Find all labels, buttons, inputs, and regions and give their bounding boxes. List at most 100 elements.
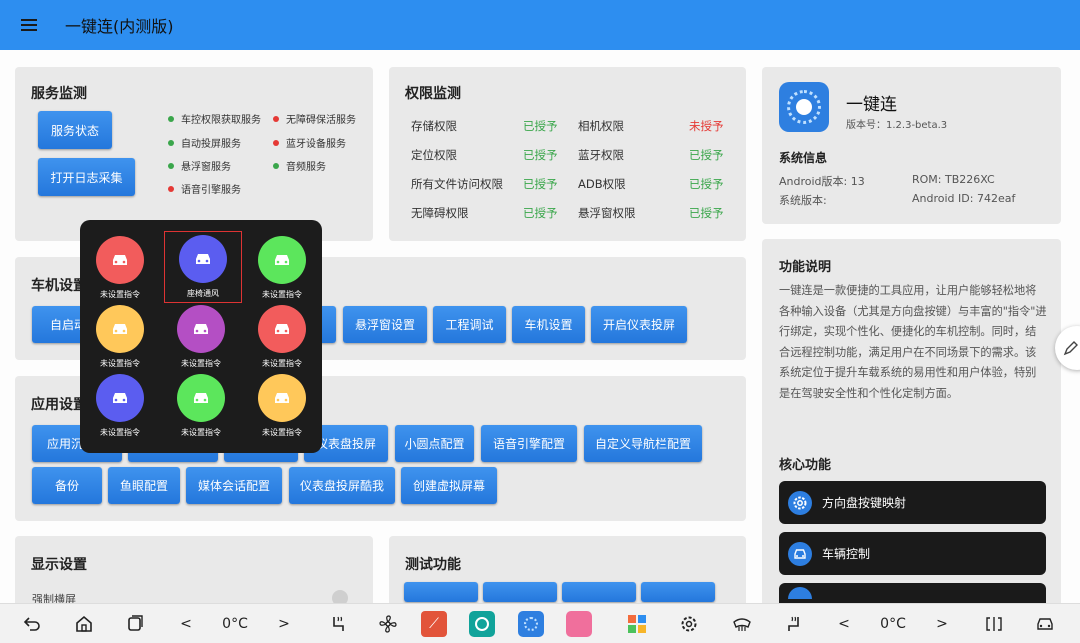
- app-name: 一键连: [846, 95, 897, 115]
- command-cell[interactable]: 未设置指令: [246, 371, 318, 441]
- command-label: 未设置指令: [262, 290, 302, 299]
- status-dot: [168, 115, 174, 122]
- service-label: 蓝牙设备服务: [286, 139, 346, 150]
- temp-left-down-button[interactable]: <: [176, 604, 196, 643]
- back-icon[interactable]: [18, 604, 46, 643]
- car-icon: [258, 374, 306, 422]
- car-icon: [788, 541, 812, 566]
- core-item-label: 方向盘按键映射: [822, 496, 907, 510]
- status-dot: [273, 139, 279, 146]
- app-shortcut-icon[interactable]: [517, 604, 545, 643]
- voice-engine-config-button[interactable]: 语音引擎配置: [481, 425, 577, 462]
- command-cell[interactable]: 未设置指令: [165, 302, 237, 372]
- permission-status: 已授予: [523, 177, 558, 191]
- bottom-nav-bar: < 0°C > ⟋ < 0°C >: [0, 603, 1080, 643]
- recent-apps-icon[interactable]: [121, 604, 149, 643]
- gear-icon[interactable]: [675, 604, 703, 643]
- seat-heating-icon[interactable]: [325, 604, 353, 643]
- test-button[interactable]: [483, 582, 557, 602]
- status-dot: [273, 115, 279, 122]
- service-item: 无障碍保活服务: [273, 111, 356, 126]
- app-shortcut-icon[interactable]: [565, 604, 593, 643]
- temp-left-up-button[interactable]: >: [274, 604, 294, 643]
- command-cell-selected[interactable]: 座椅通风: [164, 231, 242, 303]
- command-label: 未设置指令: [100, 290, 140, 299]
- create-virtual-screen-button[interactable]: 创建虚拟屏幕: [401, 467, 497, 504]
- command-cell[interactable]: 未设置指令: [165, 371, 237, 441]
- service-label: 音频服务: [286, 162, 326, 173]
- temperature-left: 0°C: [222, 616, 248, 632]
- permission-status[interactable]: 未授予: [689, 118, 724, 134]
- split-screen-icon[interactable]: [980, 604, 1008, 643]
- command-label: 未设置指令: [262, 428, 302, 437]
- temp-right-up-button[interactable]: >: [932, 604, 952, 643]
- open-log-button[interactable]: 打开日志采集: [38, 158, 135, 196]
- function-description-title: 功能说明: [779, 260, 832, 275]
- app-shortcut-icon[interactable]: ⟋: [420, 604, 448, 643]
- menu-button[interactable]: [0, 0, 58, 50]
- pencil-icon: [1063, 341, 1078, 356]
- service-item: 语音引擎服务: [168, 181, 241, 196]
- command-label: 座椅通风: [187, 289, 219, 298]
- service-status-button[interactable]: 服务状态: [38, 111, 112, 149]
- status-dot: [168, 185, 174, 192]
- backup-button[interactable]: 备份: [32, 467, 102, 504]
- app-shortcut-icon[interactable]: [468, 604, 496, 643]
- engineering-debug-button[interactable]: 工程调试: [433, 306, 506, 343]
- dot-config-button[interactable]: 小圆点配置: [395, 425, 474, 462]
- core-item-partial[interactable]: [779, 583, 1046, 603]
- function-description-text: 一键连是一款便捷的工具应用，让用户能够轻松地将各种输入设备（尤其是方向盘按键）与…: [779, 284, 1047, 400]
- permission-name: 定位权限: [411, 148, 457, 162]
- app-grid-icon[interactable]: [623, 604, 651, 643]
- hamburger-icon: [21, 19, 37, 31]
- test-button[interactable]: [641, 582, 715, 602]
- command-label: 未设置指令: [100, 428, 140, 437]
- vehicle-control-item[interactable]: 车辆控制: [779, 532, 1046, 575]
- command-cell[interactable]: 未设置指令: [246, 233, 318, 303]
- permission-status: 已授予: [689, 148, 724, 162]
- service-item: 车控权限获取服务: [168, 111, 261, 126]
- fan-icon[interactable]: [374, 604, 402, 643]
- command-cell[interactable]: 未设置指令: [84, 302, 156, 372]
- car-icon: [96, 305, 144, 353]
- command-cell[interactable]: 未设置指令: [84, 371, 156, 441]
- display-settings-title: 显示设置: [31, 557, 87, 573]
- permission-name: 相机权限: [578, 119, 624, 133]
- android-id: Android ID: 742eaf: [912, 192, 1016, 205]
- dashboard-cast-kuwo-button[interactable]: 仪表盘投屏酷我: [289, 467, 395, 504]
- fisheye-config-button[interactable]: 鱼眼配置: [108, 467, 180, 504]
- car-icon[interactable]: [1031, 604, 1059, 643]
- permission-name: 存储权限: [411, 119, 457, 133]
- service-monitor-title: 服务监测: [31, 86, 87, 102]
- home-icon[interactable]: [70, 604, 98, 643]
- seat-heating-icon[interactable]: [780, 604, 808, 643]
- permission-name: ADB权限: [578, 177, 626, 191]
- temp-right-down-button[interactable]: <: [834, 604, 854, 643]
- permission-name: 蓝牙权限: [578, 148, 624, 162]
- service-item: 蓝牙设备服务: [273, 135, 346, 150]
- test-button[interactable]: [404, 582, 478, 602]
- service-item: 自动投屏服务: [168, 135, 241, 150]
- test-button[interactable]: [562, 582, 636, 602]
- car-icon: [177, 374, 225, 422]
- command-cell[interactable]: 未设置指令: [246, 302, 318, 372]
- system-version: 系统版本:: [779, 194, 827, 207]
- force-landscape-toggle[interactable]: [332, 590, 348, 603]
- defrost-icon[interactable]: [728, 604, 756, 643]
- command-cell[interactable]: 未设置指令: [84, 233, 156, 303]
- permission-name: 无障碍权限: [411, 206, 469, 220]
- media-session-config-button[interactable]: 媒体会话配置: [186, 467, 282, 504]
- car-icon: [258, 236, 306, 284]
- car-settings-button[interactable]: 车机设置: [512, 306, 585, 343]
- app-logo-icon: [779, 82, 829, 132]
- custom-navbar-config-button[interactable]: 自定义导航栏配置: [584, 425, 702, 462]
- test-functions-title: 测试功能: [405, 557, 461, 573]
- floating-window-settings-button[interactable]: 悬浮窗设置: [343, 306, 427, 343]
- permission-name: 所有文件访问权限: [411, 177, 503, 191]
- steering-key-mapping-item[interactable]: 方向盘按键映射: [779, 481, 1046, 524]
- service-item: 音频服务: [273, 158, 326, 173]
- open-cluster-cast-button[interactable]: 开启仪表投屏: [591, 306, 687, 343]
- android-version: Android版本: 13: [779, 175, 865, 188]
- car-icon: [96, 236, 144, 284]
- service-item: 悬浮窗服务: [168, 158, 231, 173]
